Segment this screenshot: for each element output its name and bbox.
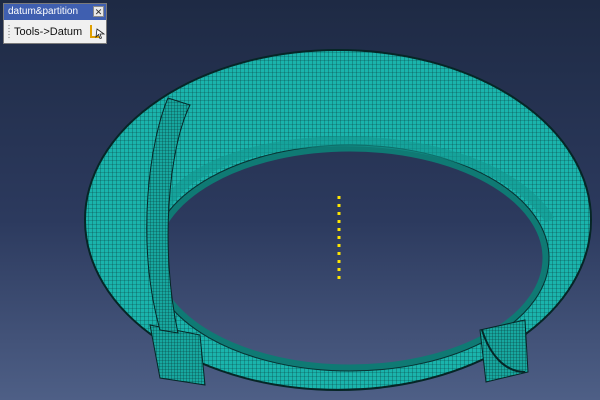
- close-icon[interactable]: ✕: [93, 6, 104, 17]
- toolbar-body: Tools->Datum: [4, 20, 106, 44]
- toolbar-grip-icon[interactable]: [8, 24, 10, 40]
- tool-label: Tools->Datum: [14, 26, 83, 38]
- datum-tool-icon[interactable]: [88, 23, 106, 41]
- datum-partition-toolbar[interactable]: datum&partition ✕ Tools->Datum: [3, 3, 107, 44]
- toolbar-titlebar[interactable]: datum&partition ✕: [4, 4, 106, 20]
- model-canvas[interactable]: [0, 0, 600, 400]
- toolbar-title: datum&partition: [8, 6, 79, 17]
- section-cut-right: [479, 319, 529, 383]
- graphics-viewport[interactable]: datum&partition ✕ Tools->Datum: [0, 0, 600, 400]
